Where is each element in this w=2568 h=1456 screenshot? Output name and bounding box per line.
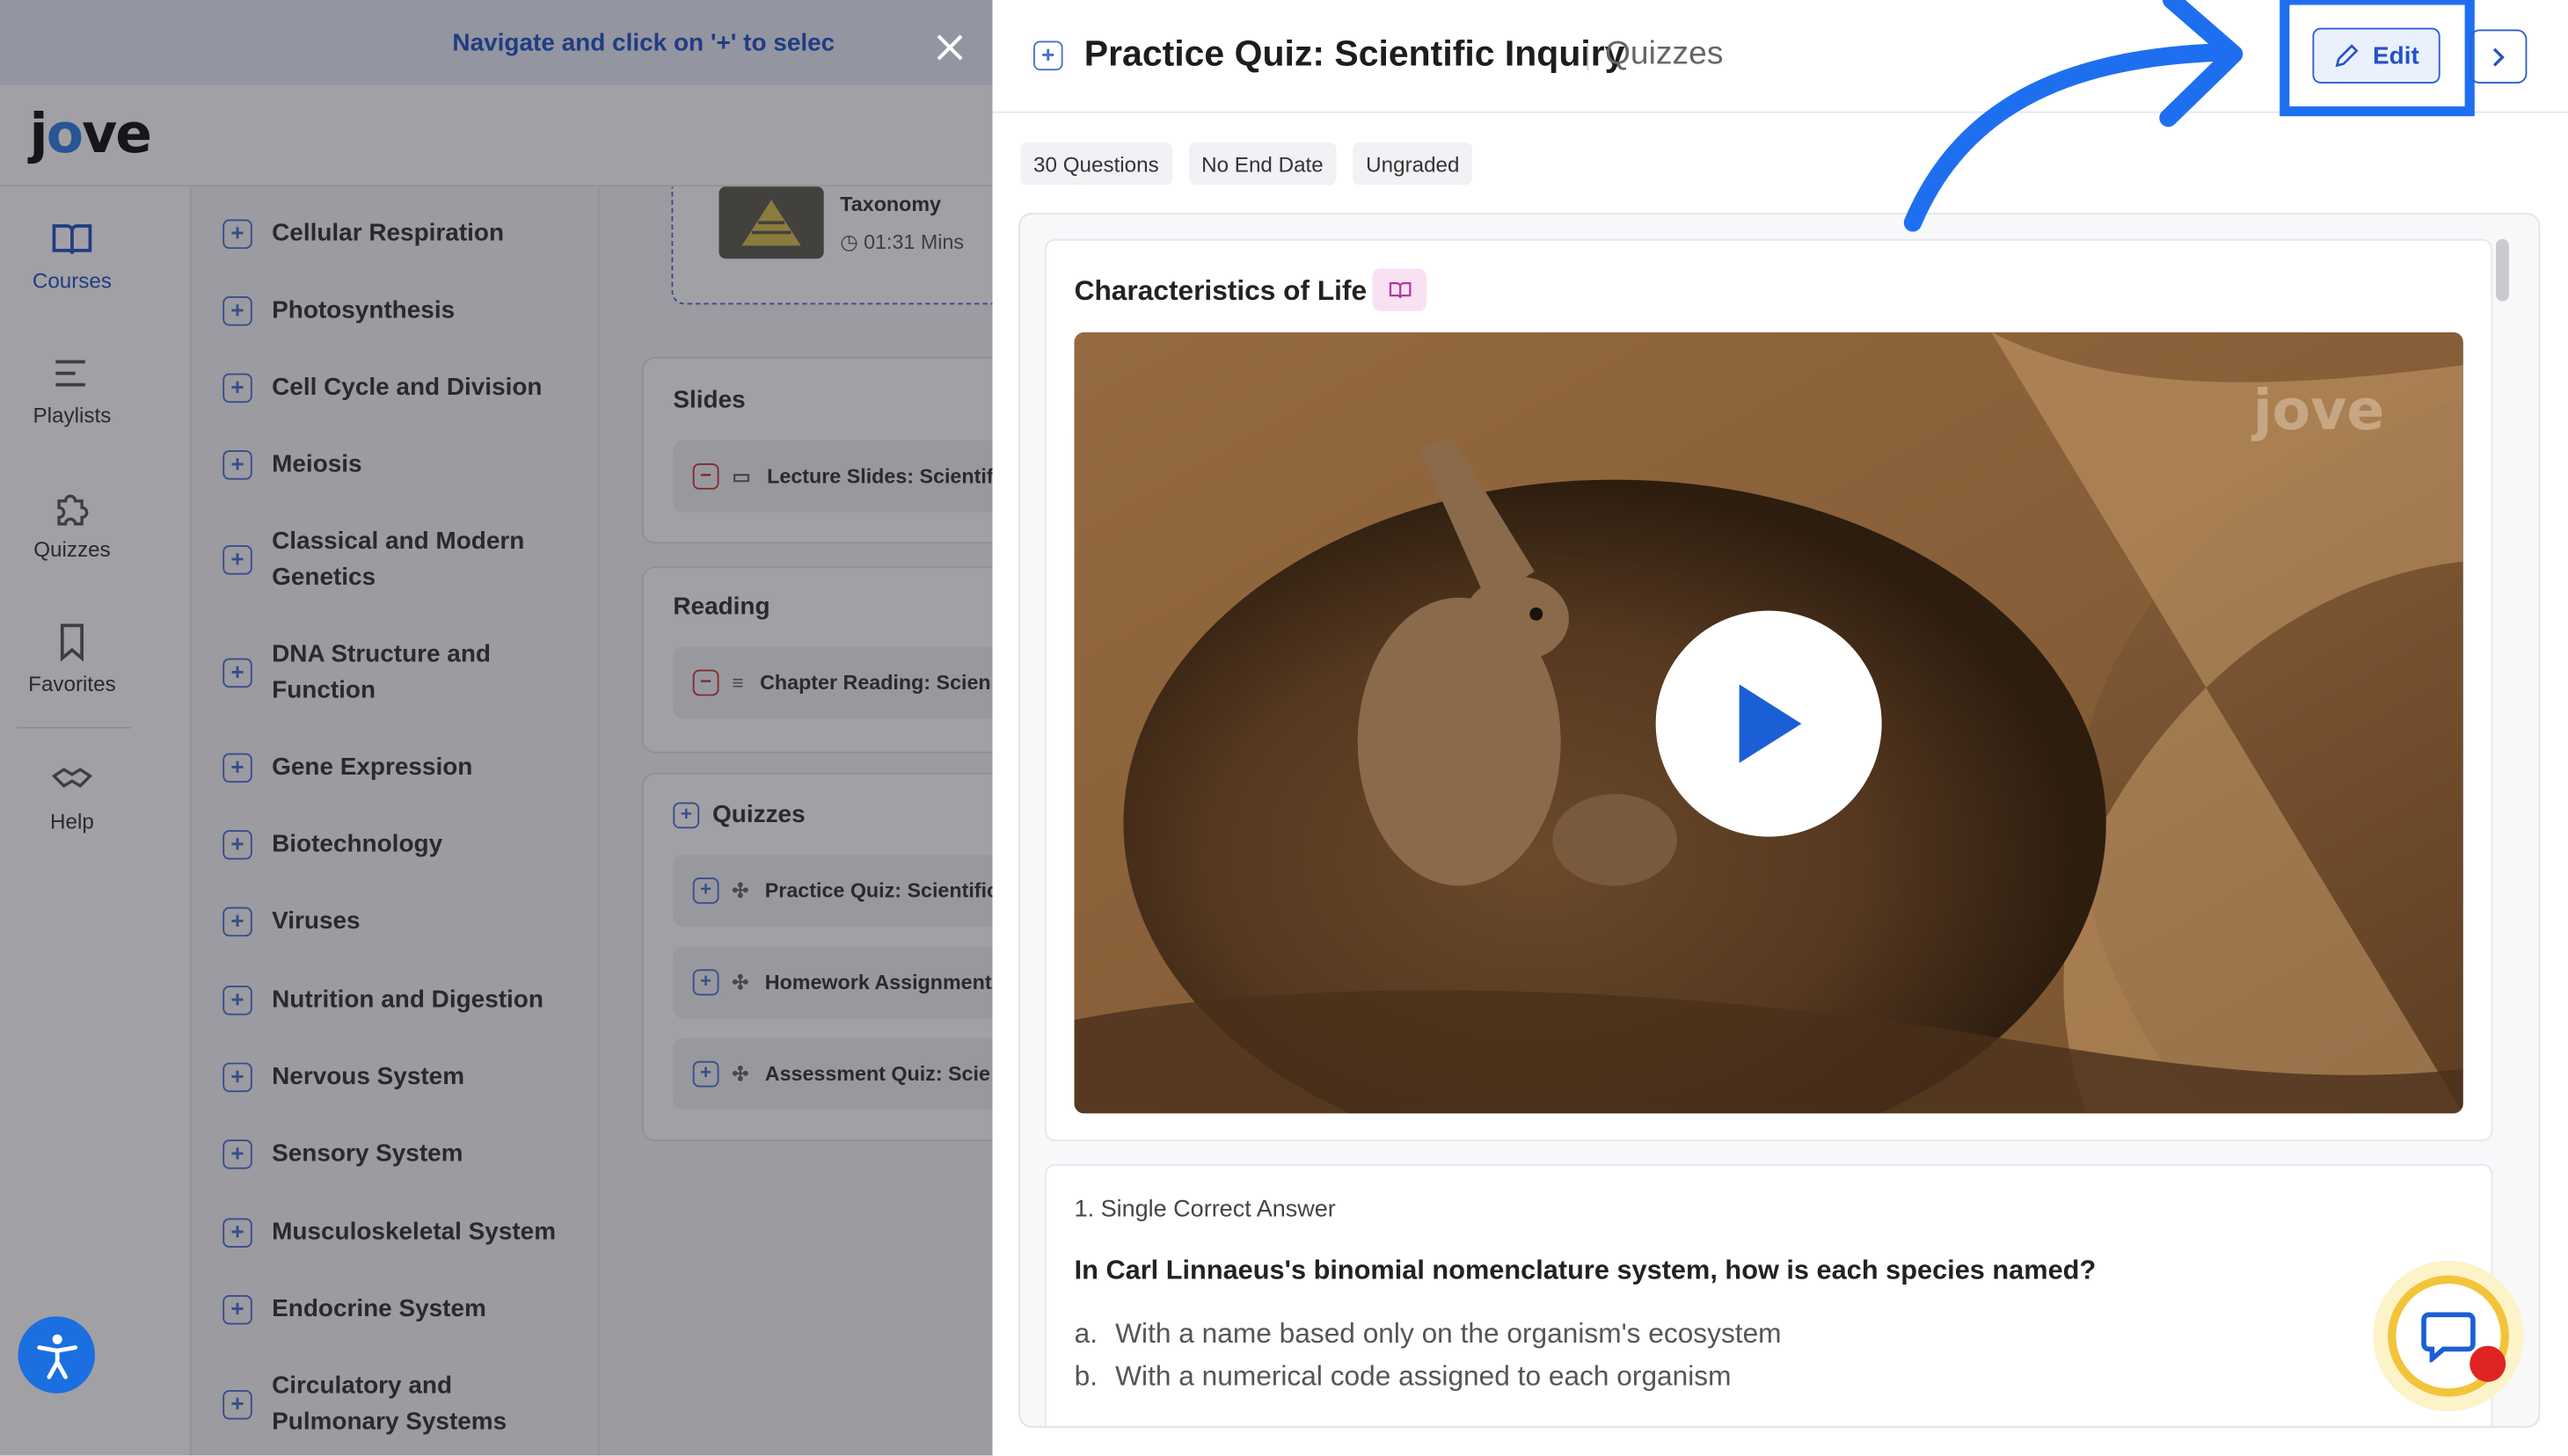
video-player[interactable]: jove — [1074, 332, 2463, 1114]
edit-label: Edit — [2373, 41, 2419, 70]
play-icon — [1739, 684, 1802, 763]
quiz-drawer: + Practice Quiz: Scientific Inquiry Quiz… — [992, 0, 2568, 1456]
chevron-right-icon — [2492, 47, 2504, 66]
question-type: 1. Single Correct Answer — [1074, 1197, 1336, 1224]
questions-chip: 30 Questions — [1020, 142, 1172, 186]
end-date-chip: No End Date — [1188, 142, 1337, 186]
chat-widget[interactable] — [2373, 1260, 2524, 1412]
next-button[interactable] — [2470, 29, 2528, 84]
answer-option-b[interactable]: b. With a numerical code assigned to each… — [1075, 1360, 1732, 1393]
question-card: 1. Single Correct Answer In Carl Linnaeu… — [1045, 1164, 2493, 1426]
quiz-meta-chips: 30 Questions No End Date Ungraded — [1020, 142, 1489, 186]
scrollbar-thumb[interactable] — [2495, 238, 2509, 302]
drawer-header: + Practice Quiz: Scientific Inquiry Quiz… — [992, 0, 2568, 117]
play-button[interactable] — [1655, 610, 1882, 837]
grading-chip: Ungraded — [1353, 142, 1473, 186]
modal-overlay[interactable] — [0, 0, 993, 1456]
notification-dot — [2470, 1345, 2506, 1382]
accessibility-button[interactable] — [18, 1316, 96, 1394]
close-icon[interactable] — [933, 31, 966, 63]
drawer-subtitle: Quizzes — [1604, 35, 1724, 72]
pencil-icon — [2335, 44, 2359, 68]
title-divider — [1587, 44, 1589, 71]
video-card: Characteristics of Life jove — [1045, 238, 2493, 1141]
question-text: In Carl Linnaeus's binomial nomenclature… — [1074, 1256, 2097, 1285]
edit-button[interactable]: Edit — [2312, 27, 2440, 84]
quiz-content-panel[interactable]: Characteristics of Life jove 1. Single C… — [1018, 213, 2541, 1428]
book-icon[interactable] — [1372, 268, 1426, 311]
video-card-title: Characteristics of Life — [1074, 274, 1368, 307]
drawer-title: Practice Quiz: Scientific Inquiry — [1083, 33, 1625, 74]
answer-option-a[interactable]: a. With a name based only on the organism… — [1075, 1318, 1782, 1350]
screen: Navigate and click on '+' to selec jove … — [0, 0, 2568, 1456]
chat-icon — [2421, 1312, 2476, 1363]
add-icon[interactable]: + — [1033, 40, 1063, 71]
video-watermark: jove — [2252, 378, 2385, 444]
accessibility-icon — [36, 1333, 77, 1379]
